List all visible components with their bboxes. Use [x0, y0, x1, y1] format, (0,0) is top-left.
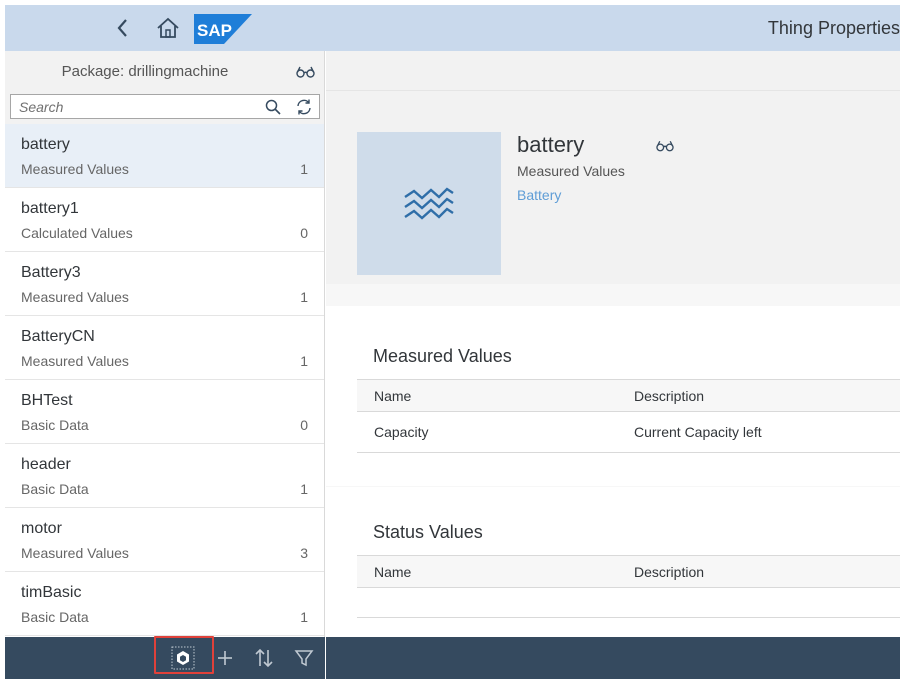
plus-icon [218, 651, 232, 665]
empty-table-row [357, 588, 900, 618]
column-header-description: Description [634, 388, 705, 404]
object-header: battery Measured Values Battery [326, 91, 900, 284]
list-item[interactable]: battery1 Calculated Values 0 [5, 188, 324, 252]
svg-text:SAP: SAP [197, 21, 232, 40]
shell-title: Thing Properties [767, 18, 900, 38]
package-label: Package: drillingmachine [61, 63, 229, 80]
item-type: Basic Data [21, 481, 89, 497]
cell-description: Current Capacity left [634, 424, 762, 440]
add-button[interactable] [212, 645, 238, 671]
measured-values-icon [404, 187, 454, 220]
measured-values-table: Name Description Capacity Current Capaci… [357, 379, 900, 453]
master-header: Package: drillingmachine [5, 51, 324, 91]
object-link[interactable]: Battery [517, 187, 561, 203]
app-root: SAP Thing Properties Package: drillingma… [0, 0, 900, 679]
list-item[interactable]: timBasic Basic Data 1 [5, 572, 324, 636]
measured-values-section: Measured Values Name Description Capacit… [326, 306, 900, 486]
master-panel: Package: drillingmachine Search battery … [5, 51, 325, 637]
item-name: BatteryCN [21, 328, 95, 345]
table-header: Name Description [357, 555, 900, 588]
item-count: 0 [300, 417, 308, 433]
cell-name: Capacity [374, 424, 429, 440]
item-count: 1 [300, 609, 308, 625]
item-type: Calculated Values [21, 225, 133, 241]
home-icon [157, 17, 179, 38]
section-title: Status Values [373, 522, 483, 542]
sap-logo: SAP [194, 14, 252, 44]
display-object-button[interactable] [656, 139, 674, 152]
list-item[interactable]: BatteryCN Measured Values 1 [5, 316, 324, 380]
section-title: Measured Values [373, 346, 512, 366]
detail-panel: battery Measured Values Battery Measured… [326, 51, 900, 637]
search-icon [265, 99, 281, 115]
list-item[interactable]: battery Measured Values 1 [5, 124, 324, 188]
sort-icon [255, 648, 273, 668]
item-type: Basic Data [21, 609, 89, 625]
chevron-left-icon [117, 19, 127, 37]
list-item[interactable]: motor Measured Values 3 [5, 508, 324, 572]
column-header-description: Description [634, 564, 705, 580]
item-count: 1 [300, 353, 308, 369]
item-name: Battery3 [21, 264, 81, 281]
item-count: 3 [300, 545, 308, 561]
column-header-name: Name [374, 388, 412, 404]
refresh-button[interactable] [295, 98, 313, 116]
sort-button[interactable] [251, 645, 277, 671]
table-row[interactable]: Capacity Current Capacity left [357, 412, 900, 453]
filter-button[interactable] [291, 645, 317, 671]
object-subtitle: Measured Values [517, 163, 625, 179]
column-header-name: Name [374, 564, 412, 580]
back-button[interactable] [111, 16, 135, 40]
search-input[interactable] [11, 95, 261, 118]
home-button[interactable] [155, 16, 181, 40]
status-values-table: Name Description [357, 555, 900, 618]
shell-header: SAP Thing Properties [5, 5, 900, 51]
item-name: motor [21, 520, 62, 537]
glasses-icon [656, 140, 674, 152]
search-field [10, 94, 320, 119]
item-name: battery1 [21, 200, 79, 217]
item-count: 1 [300, 161, 308, 177]
item-count: 1 [300, 481, 308, 497]
item-type: Measured Values [21, 161, 129, 177]
detail-toolbar [326, 51, 900, 91]
item-name: timBasic [21, 584, 82, 601]
item-type: Measured Values [21, 545, 129, 561]
item-type: Measured Values [21, 353, 129, 369]
list-item[interactable]: header Basic Data 1 [5, 444, 324, 508]
highlight-box [154, 636, 214, 674]
detail-footer [326, 637, 900, 679]
item-count: 0 [300, 225, 308, 241]
item-name: header [21, 456, 71, 473]
item-count: 1 [300, 289, 308, 305]
item-name: battery [21, 136, 70, 153]
object-title: battery [517, 132, 585, 157]
table-header: Name Description [357, 379, 900, 412]
list-item[interactable]: Battery3 Measured Values 1 [5, 252, 324, 316]
refresh-icon [297, 99, 311, 115]
search-button[interactable] [265, 99, 281, 115]
glasses-icon [296, 66, 315, 78]
thing-property-list: battery Measured Values 1 battery1 Calcu… [5, 124, 324, 636]
display-button[interactable] [296, 65, 315, 78]
property-image [357, 132, 501, 275]
item-type: Measured Values [21, 289, 129, 305]
search-bar [5, 91, 324, 124]
list-item[interactable]: BHTest Basic Data 0 [5, 380, 324, 444]
item-type: Basic Data [21, 417, 89, 433]
status-values-section: Status Values Name Description [326, 487, 900, 637]
filter-icon [294, 650, 314, 667]
item-name: BHTest [21, 392, 73, 409]
